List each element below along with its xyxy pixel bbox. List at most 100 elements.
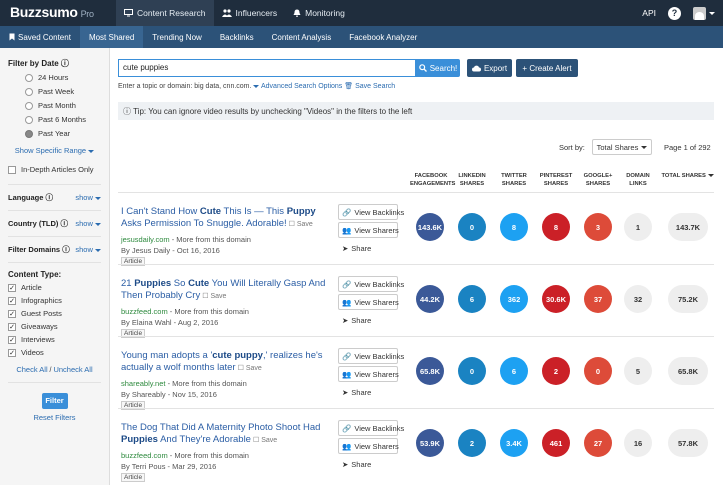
- country-filter[interactable]: Country (TLD) ⓘ show: [8, 210, 101, 236]
- view-sharers-button[interactable]: 👥 View Sharers: [338, 294, 399, 310]
- col-domain-links[interactable]: DOMAIN LINKS: [621, 172, 655, 188]
- advanced-search-options-link[interactable]: Advanced Search Options: [253, 83, 342, 90]
- googleplus-metric[interactable]: 3: [584, 213, 612, 241]
- col-twitter-shares[interactable]: TWITTER SHARES: [496, 172, 532, 188]
- radio-icon[interactable]: [25, 115, 33, 124]
- article-title-link[interactable]: 21 Puppies So Cute You Will Literally Ga…: [121, 278, 333, 303]
- reset-filters-link[interactable]: Reset Filters: [33, 413, 75, 422]
- domain-links-metric[interactable]: 5: [624, 357, 652, 385]
- linkedin-metric[interactable]: 6: [458, 285, 486, 313]
- view-sharers-button[interactable]: 👥 View Sharers: [338, 222, 399, 238]
- tab-facebook-analyzer[interactable]: Facebook Analyzer: [340, 26, 426, 48]
- date-option-past-month[interactable]: Past Month: [25, 101, 101, 110]
- radio-icon[interactable]: [25, 87, 33, 96]
- linkedin-metric[interactable]: 0: [458, 213, 486, 241]
- more-from-domain-link[interactable]: - More from this domain: [165, 379, 247, 388]
- country-show-link[interactable]: show: [75, 219, 101, 228]
- col-linkedin-shares[interactable]: LINKEDIN SHARES: [454, 172, 490, 188]
- facebook-metric[interactable]: 143.6K: [416, 213, 444, 241]
- share-button[interactable]: ➤ Share: [338, 384, 398, 400]
- checkbox-icon[interactable]: [8, 165, 16, 174]
- checkbox-checked-icon[interactable]: ✓: [8, 322, 16, 331]
- domains-show-link[interactable]: show: [75, 245, 101, 254]
- pinterest-metric[interactable]: 461: [542, 429, 570, 457]
- tab-saved-content[interactable]: Saved Content: [0, 26, 80, 48]
- checkbox-checked-icon[interactable]: ✓: [8, 296, 16, 305]
- account-menu[interactable]: [693, 6, 715, 20]
- domain-link[interactable]: buzzfeed.com: [121, 451, 168, 460]
- type-videos[interactable]: ✓ Videos: [8, 348, 101, 357]
- nav-content-research[interactable]: Content Research: [116, 0, 214, 26]
- view-backlinks-button[interactable]: 🔗 View Backlinks: [338, 276, 404, 292]
- create-alert-button[interactable]: + Create Alert: [516, 59, 578, 77]
- date-option-past-year[interactable]: Past Year: [25, 129, 101, 138]
- col-total-shares[interactable]: TOTAL SHARES: [661, 172, 714, 180]
- share-button[interactable]: ➤ Share: [338, 240, 398, 256]
- twitter-metric[interactable]: 6: [500, 357, 528, 385]
- googleplus-metric[interactable]: 0: [584, 357, 612, 385]
- view-sharers-button[interactable]: 👥 View Sharers: [338, 366, 399, 382]
- linkedin-metric[interactable]: 0: [458, 357, 486, 385]
- more-from-domain-link[interactable]: - More from this domain: [170, 235, 251, 244]
- checkbox-checked-icon[interactable]: ✓: [8, 348, 16, 357]
- date-option-24h[interactable]: 24 Hours: [25, 73, 101, 82]
- api-link[interactable]: API: [642, 8, 656, 18]
- googleplus-metric[interactable]: 37: [584, 285, 612, 313]
- share-button[interactable]: ➤ Share: [338, 456, 398, 472]
- language-show-link[interactable]: show: [75, 193, 101, 202]
- radio-icon[interactable]: [25, 101, 33, 110]
- date-option-past-week[interactable]: Past Week: [25, 87, 101, 96]
- search-input[interactable]: cute puppies: [118, 59, 416, 77]
- checkbox-checked-icon[interactable]: ✓: [8, 309, 16, 318]
- type-guest-posts[interactable]: ✓ Guest Posts: [8, 309, 101, 318]
- help-icon[interactable]: ?: [668, 6, 681, 20]
- tab-backlinks[interactable]: Backlinks: [211, 26, 263, 48]
- save-article-button[interactable]: ☐ Save: [253, 437, 277, 444]
- domain-links-metric[interactable]: 32: [624, 285, 652, 313]
- domain-links-metric[interactable]: 1: [624, 213, 652, 241]
- nav-monitoring[interactable]: Monitoring: [285, 0, 353, 26]
- buzzsumo-logo[interactable]: Buzzsumo Pro: [10, 4, 94, 20]
- save-article-button[interactable]: ☐ Save: [238, 365, 262, 372]
- view-backlinks-button[interactable]: 🔗 View Backlinks: [338, 204, 404, 220]
- article-title-link[interactable]: I Can't Stand How Cute This Is — This Pu…: [121, 206, 333, 231]
- share-button[interactable]: ➤ Share: [338, 312, 398, 328]
- sort-select[interactable]: Total Shares: [592, 139, 652, 155]
- nav-influencers[interactable]: Influencers: [214, 0, 286, 26]
- col-googleplus-shares[interactable]: GOOGLE+ SHARES: [580, 172, 616, 188]
- domain-links-metric[interactable]: 16: [624, 429, 652, 457]
- twitter-metric[interactable]: 3.4K: [500, 429, 528, 457]
- pinterest-metric[interactable]: 30.6K: [542, 285, 570, 313]
- facebook-metric[interactable]: 44.2K: [416, 285, 444, 313]
- save-article-button[interactable]: ☐ Save: [289, 221, 313, 228]
- pinterest-metric[interactable]: 8: [542, 213, 570, 241]
- article-title-link[interactable]: The Dog That Did A Maternity Photo Shoot…: [121, 422, 333, 447]
- pinterest-metric[interactable]: 2: [542, 357, 570, 385]
- tab-most-shared[interactable]: Most Shared: [79, 26, 144, 48]
- view-backlinks-button[interactable]: 🔗 View Backlinks: [338, 348, 404, 364]
- domain-link[interactable]: shareably.net: [121, 379, 165, 388]
- export-button[interactable]: Export: [467, 59, 512, 77]
- tab-trending-now[interactable]: Trending Now: [143, 26, 211, 48]
- checkbox-checked-icon[interactable]: ✓: [8, 335, 16, 344]
- domain-link[interactable]: jesusdaily.com: [121, 235, 170, 244]
- view-backlinks-button[interactable]: 🔗 View Backlinks: [338, 420, 404, 436]
- twitter-metric[interactable]: 8: [500, 213, 528, 241]
- facebook-metric[interactable]: 65.8K: [416, 357, 444, 385]
- tab-content-analysis[interactable]: Content Analysis: [263, 26, 341, 48]
- more-from-domain-link[interactable]: - More from this domain: [168, 451, 249, 460]
- date-option-past-6-months[interactable]: Past 6 Months: [25, 115, 101, 124]
- radio-selected-icon[interactable]: [25, 129, 33, 138]
- view-sharers-button[interactable]: 👥 View Sharers: [338, 438, 399, 454]
- linkedin-metric[interactable]: 2: [458, 429, 486, 457]
- more-from-domain-link[interactable]: - More from this domain: [168, 307, 249, 316]
- filter-button[interactable]: Filter: [41, 393, 68, 409]
- domain-link[interactable]: buzzfeed.com: [121, 307, 168, 316]
- type-infographics[interactable]: ✓ Infographics: [8, 296, 101, 305]
- filter-domains[interactable]: Filter Domains ⓘ show: [8, 236, 101, 262]
- article-title-link[interactable]: Young man adopts a 'cute puppy,' realize…: [121, 350, 333, 375]
- language-filter[interactable]: Language ⓘ show: [8, 184, 101, 210]
- type-article[interactable]: ✓ Article: [8, 283, 101, 292]
- show-specific-range-link[interactable]: Show Specific Range: [15, 146, 95, 155]
- col-facebook-engagements[interactable]: FACEBOOK ENGAGEMENTS: [410, 172, 455, 188]
